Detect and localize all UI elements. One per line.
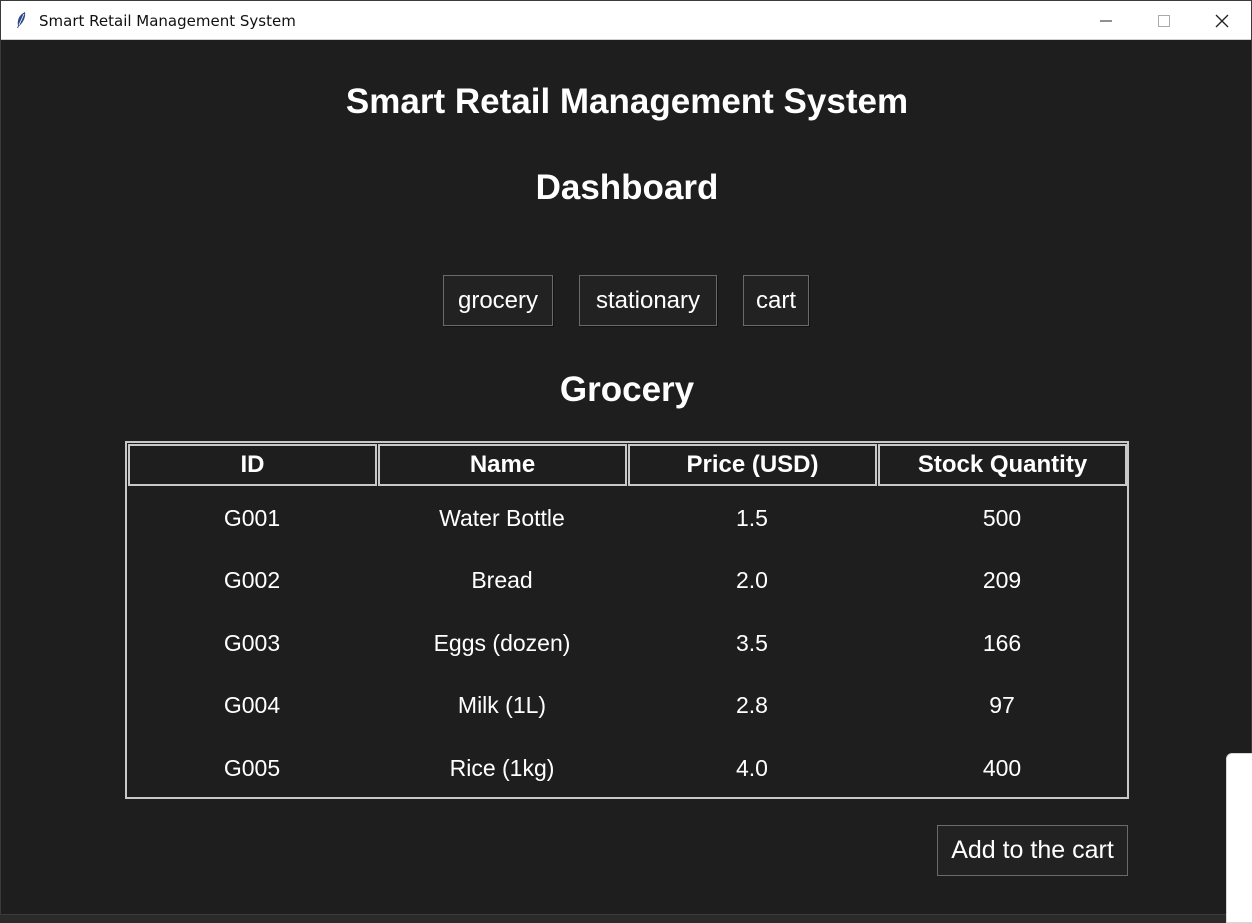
cell-stock: 500 [982, 504, 1022, 531]
table-row[interactable]: G004 Milk (1L) 2.8 97 [127, 674, 1127, 736]
add-to-cart-button[interactable]: Add to the cart [937, 825, 1128, 876]
cell-price: 2.0 [736, 566, 768, 593]
grocery-button[interactable]: grocery [443, 275, 553, 326]
table-row[interactable]: G005 Rice (1kg) 4.0 400 [127, 737, 1127, 799]
section-title: Grocery [559, 370, 695, 409]
cell-id: G003 [223, 629, 281, 656]
cell-price: 4.0 [736, 754, 768, 781]
minimize-button[interactable] [1077, 1, 1135, 40]
cell-id: G002 [223, 566, 281, 593]
cell-price: 2.8 [736, 691, 768, 718]
cart-button[interactable]: cart [743, 275, 809, 326]
cell-price: 3.5 [736, 629, 768, 656]
close-icon [1215, 14, 1229, 27]
table-row[interactable]: G002 Bread 2.0 209 [127, 549, 1127, 611]
cell-stock: 166 [982, 629, 1022, 656]
app-title: Smart Retail Management System [345, 82, 909, 121]
column-header-name[interactable]: Name [378, 444, 627, 486]
cell-name: Milk (1L) [457, 691, 547, 718]
column-header-price[interactable]: Price (USD) [628, 444, 877, 486]
notification-panel[interactable] [1226, 753, 1252, 923]
column-header-stock[interactable]: Stock Quantity [878, 444, 1127, 486]
cell-name: Bread [471, 566, 533, 593]
window-title: Smart Retail Management System [39, 12, 296, 30]
cell-id: G001 [223, 504, 281, 531]
table-row[interactable]: G003 Eggs (dozen) 3.5 166 [127, 612, 1127, 674]
close-button[interactable] [1193, 1, 1251, 40]
cell-stock: 97 [989, 691, 1015, 718]
feather-icon [17, 12, 26, 28]
stationary-button[interactable]: stationary [579, 275, 717, 326]
title-bar[interactable]: Smart Retail Management System [1, 1, 1251, 40]
cell-name: Eggs (dozen) [433, 629, 571, 656]
cell-id: G004 [223, 691, 281, 718]
grocery-table[interactable]: ID Name Price (USD) Stock Quantity G001 … [125, 441, 1129, 799]
dashboard-title: Dashboard [535, 168, 719, 207]
cell-name: Rice (1kg) [449, 754, 555, 781]
minimize-icon [1100, 20, 1112, 21]
cell-id: G005 [223, 754, 281, 781]
table-row[interactable]: G001 Water Bottle 1.5 500 [127, 487, 1127, 549]
main-content: Smart Retail Management System Dashboard… [1, 40, 1251, 916]
table-header: ID Name Price (USD) Stock Quantity [128, 444, 1127, 486]
cell-price: 1.5 [736, 504, 768, 531]
cell-name: Water Bottle [439, 504, 565, 531]
maximize-icon [1158, 14, 1170, 27]
maximize-button[interactable] [1135, 1, 1193, 40]
column-header-id[interactable]: ID [128, 444, 377, 486]
cell-stock: 400 [982, 754, 1022, 781]
cell-stock: 209 [982, 566, 1022, 593]
app-window: Smart Retail Management System Smart Ret… [0, 0, 1252, 915]
